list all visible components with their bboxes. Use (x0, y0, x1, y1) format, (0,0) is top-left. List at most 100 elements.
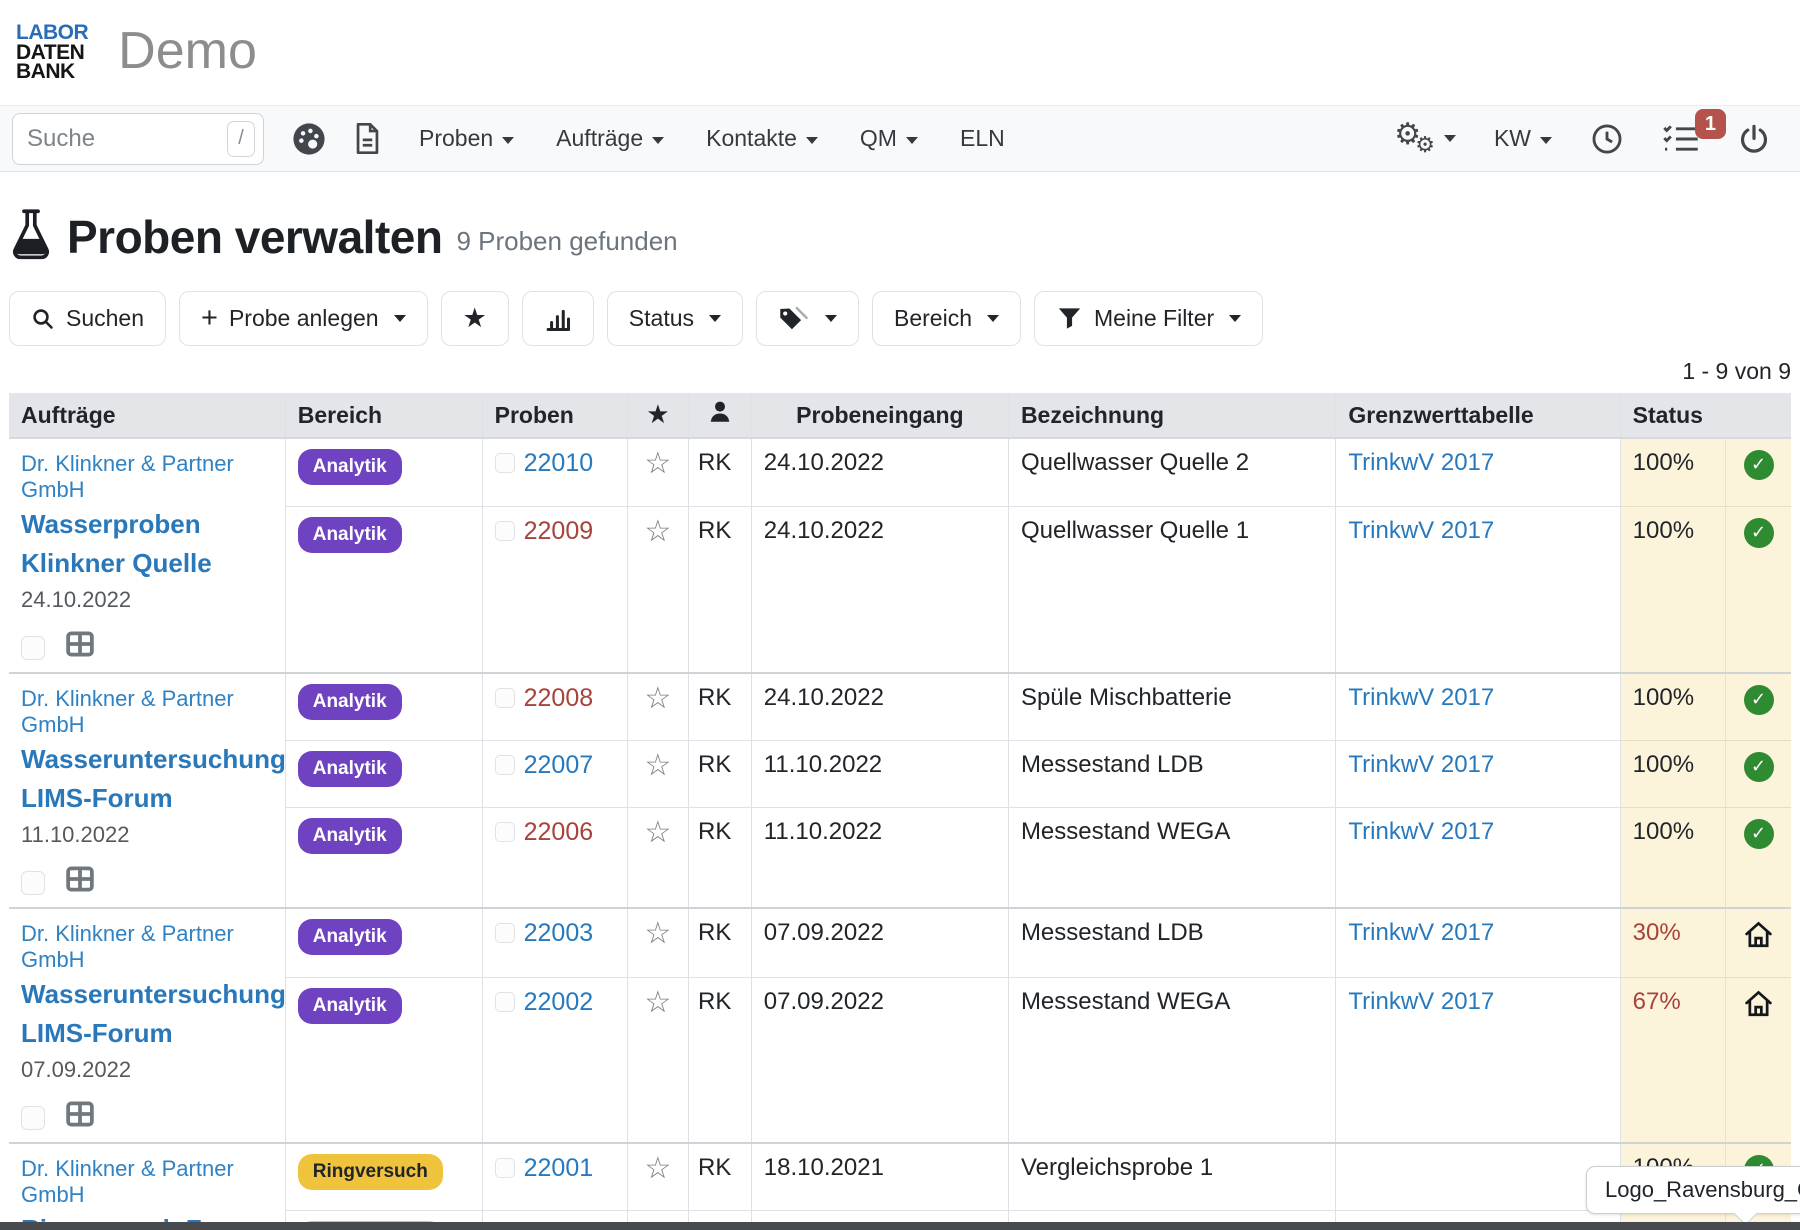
sample-id-link[interactable]: 22006 (524, 818, 594, 846)
area-badge[interactable]: Analytik (298, 684, 402, 720)
favorite-star-icon[interactable]: ☆ (644, 916, 671, 951)
order-title-link[interactable]: Klinkner Quelle (21, 548, 275, 579)
chart-button[interactable] (522, 291, 594, 346)
status-filter-button[interactable]: Status (607, 291, 743, 346)
sample-checkbox[interactable] (495, 453, 515, 473)
sample-id-link[interactable]: 22007 (524, 751, 594, 779)
chevron-down-icon (987, 315, 999, 322)
create-sample-button[interactable]: + Probe anlegen (179, 291, 428, 346)
menu-kontakte[interactable]: Kontakte (706, 125, 818, 152)
limit-table-link[interactable]: TrinkwV 2017 (1348, 919, 1494, 946)
limit-table-link[interactable]: TrinkwV 2017 (1348, 988, 1494, 1015)
tasks-checklist-icon[interactable]: 1 (1662, 123, 1700, 155)
page-content: Proben verwalten 9 Proben gefunden Suche… (0, 208, 1800, 1230)
received-date: 07.09.2022 (751, 908, 1008, 978)
order-title-link[interactable]: LIMS-Forum (21, 783, 275, 814)
menu-proben[interactable]: Proben (419, 125, 514, 152)
order-title-link[interactable]: LIMS-Forum (21, 1018, 275, 1049)
sample-checkbox[interactable] (495, 992, 515, 1012)
limit-table-link[interactable]: TrinkwV 2017 (1348, 818, 1494, 845)
area-badge[interactable]: Analytik (298, 818, 402, 854)
area-badge[interactable]: Ringversuch (298, 1154, 443, 1190)
sample-id-link[interactable]: 22009 (524, 517, 594, 545)
status-percent: 100% (1620, 808, 1725, 908)
order-company-link[interactable]: Dr. Klinkner & Partner GmbH (21, 686, 275, 738)
favorite-star-icon[interactable]: ☆ (644, 1151, 671, 1186)
received-date: 11.10.2022 (751, 741, 1008, 808)
order-date: 24.10.2022 (21, 587, 275, 613)
area-badge[interactable]: Analytik (298, 517, 402, 553)
status-check-icon: ✓ (1744, 450, 1774, 480)
owner-initials: RK (688, 808, 751, 908)
order-table-icon[interactable] (65, 629, 95, 666)
order-checkbox[interactable] (21, 871, 45, 895)
sample-checkbox[interactable] (495, 822, 515, 842)
favorites-button[interactable]: ★ (441, 291, 509, 346)
sample-id-link[interactable]: 22010 (524, 449, 594, 477)
order-company-link[interactable]: Dr. Klinkner & Partner GmbH (21, 1156, 275, 1208)
limit-table-link[interactable]: TrinkwV 2017 (1348, 449, 1494, 476)
palette-icon[interactable] (292, 122, 326, 156)
search-button[interactable]: Suchen (9, 291, 166, 346)
area-cell: Analytik (285, 438, 482, 507)
menu-qm[interactable]: QM (860, 125, 918, 152)
bereich-filter-button[interactable]: Bereich (872, 291, 1021, 346)
limit-table-link[interactable]: TrinkwV 2017 (1348, 684, 1494, 711)
sample-checkbox[interactable] (495, 1158, 515, 1178)
logo-tooltip: Logo_Ravensburg_Gae (1586, 1166, 1800, 1214)
favorite-star-icon[interactable]: ☆ (644, 815, 671, 850)
order-date: 11.10.2022 (21, 822, 275, 848)
sample-checkbox[interactable] (495, 755, 515, 775)
gears-icon: ⚙ (1415, 135, 1435, 157)
favorite-star-icon[interactable]: ☆ (644, 748, 671, 783)
order-company-link[interactable]: Dr. Klinkner & Partner GmbH (21, 921, 275, 973)
labordatenbank-logo[interactable]: LABOR DATEN BANK (16, 23, 88, 83)
my-filters-button[interactable]: Meine Filter (1034, 291, 1263, 346)
logout-power-icon[interactable] (1738, 123, 1770, 155)
sample-cell: 22007 (482, 741, 628, 808)
order-title-link[interactable]: Wasserproben (21, 509, 275, 540)
order-table-icon[interactable] (65, 864, 95, 901)
area-cell: Analytik (285, 507, 482, 674)
order-company-link[interactable]: Dr. Klinkner & Partner GmbH (21, 451, 275, 503)
result-count: 9 Proben gefunden (456, 226, 677, 257)
area-badge[interactable]: Analytik (298, 919, 402, 955)
sample-id-link[interactable]: 22002 (524, 988, 594, 1016)
area-badge[interactable]: Analytik (298, 449, 402, 485)
menu-auftraege[interactable]: Aufträge (556, 125, 664, 152)
area-badge[interactable]: Analytik (298, 751, 402, 787)
area-badge[interactable]: Analytik (298, 988, 402, 1024)
favorite-star-icon[interactable]: ☆ (644, 681, 671, 716)
funnel-icon (1056, 305, 1083, 332)
order-table-icon[interactable] (65, 1099, 95, 1136)
main-menu: Proben Aufträge Kontakte QM ELN (419, 125, 1005, 152)
sample-checkbox[interactable] (495, 923, 515, 943)
order-cell: Dr. Klinkner & Partner GmbH Ringversuch … (9, 1143, 285, 1230)
sample-checkbox[interactable] (495, 521, 515, 541)
document-icon[interactable] (354, 122, 381, 155)
sample-row: Dr. Klinkner & Partner GmbH Wasserproben… (9, 438, 1791, 507)
limit-table-link[interactable]: TrinkwV 2017 (1348, 517, 1494, 544)
favorite-star-icon[interactable]: ☆ (644, 446, 671, 481)
table-header-row: Aufträge Bereich Proben ★ Probeneingang … (9, 393, 1791, 438)
tags-filter-button[interactable] (756, 291, 859, 346)
favorite-star-icon[interactable]: ☆ (644, 985, 671, 1020)
order-title-link[interactable]: Wasseruntersuchung (21, 979, 275, 1010)
order-checkbox[interactable] (21, 1106, 45, 1130)
user-menu[interactable]: KW (1494, 125, 1552, 152)
history-clock-icon[interactable] (1590, 122, 1624, 156)
logo-line: BANK (16, 62, 88, 82)
menu-eln[interactable]: ELN (960, 125, 1005, 152)
settings-menu[interactable]: ⚙⚙ (1394, 120, 1456, 157)
col-header-grenzwerttabelle: Grenzwerttabelle (1336, 393, 1620, 438)
favorite-star-icon[interactable]: ☆ (644, 514, 671, 549)
sample-checkbox[interactable] (495, 688, 515, 708)
sample-id-link[interactable]: 22003 (524, 919, 594, 947)
col-header-bezeichnung: Bezeichnung (1008, 393, 1335, 438)
order-checkbox[interactable] (21, 636, 45, 660)
order-title-link[interactable]: Wasseruntersuchung (21, 744, 275, 775)
sample-row: Dr. Klinkner & Partner GmbH Ringversuch … (9, 1143, 1791, 1211)
sample-id-link[interactable]: 22001 (524, 1154, 594, 1182)
limit-table-link[interactable]: TrinkwV 2017 (1348, 751, 1494, 778)
sample-id-link[interactable]: 22008 (524, 684, 594, 712)
